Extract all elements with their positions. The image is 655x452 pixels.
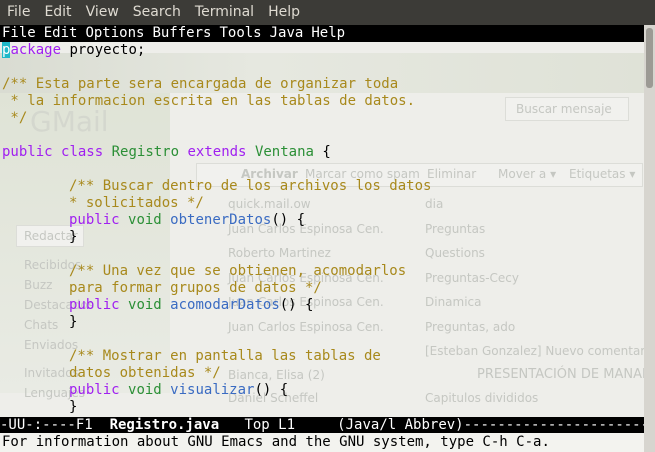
class-declaration-line: public class Registro extends Ventana {: [2, 144, 642, 161]
method-declaration-line: public void obtenerDatos() {: [2, 212, 642, 229]
emacs-echo-area: For information about GNU Emacs and the …: [0, 433, 644, 452]
method-parens: () {: [271, 212, 306, 228]
close-brace-line: }: [69, 229, 78, 245]
void-type: void: [128, 212, 162, 228]
open-brace: {: [313, 144, 331, 160]
modeline-status: -UU-:----F1: [0, 417, 110, 433]
terminal-menu-view[interactable]: View: [79, 0, 126, 25]
package-name: proyecto;: [61, 42, 146, 58]
method-name: acomodarDatos: [170, 297, 280, 313]
emacs-menu-help[interactable]: Help: [311, 25, 353, 42]
code-comment-line: datos obtenidas */: [69, 365, 221, 381]
close-brace-line: }: [69, 314, 78, 330]
emacs-menubar: File Edit Options Buffers Tools Java Hel…: [0, 25, 644, 42]
public-keyword: public: [69, 297, 120, 313]
method-declaration-line: public void acomodarDatos() {: [2, 297, 642, 314]
modeline-position: Top L1: [219, 417, 338, 433]
code-buffer[interactable]: package proyecto; /** Esta parte sera en…: [2, 42, 642, 416]
code-comment-line: /** Mostrar en pantalla las tablas de: [69, 348, 381, 364]
scrollbar-thumb[interactable]: [646, 28, 653, 88]
code-comment-line: * solicitados */: [69, 195, 204, 211]
method-declaration-line: public void visualizar() {: [2, 382, 642, 399]
modeline-fill: ----------------------------------: [463, 417, 644, 433]
public-keyword: public: [69, 382, 120, 398]
emacs-menu-file[interactable]: File: [0, 25, 44, 42]
code-comment-line: /** Buscar dentro de los archivos los da…: [69, 178, 432, 194]
terminal-content[interactable]: Buscar mensaje GMail Archivar Marcar com…: [0, 25, 644, 452]
emacs-menu-java[interactable]: Java: [270, 25, 312, 42]
package-keyword-rest: ackage: [10, 42, 62, 58]
code-comment-line: para formar grupos de datos */: [69, 280, 322, 296]
terminal-scrollbar[interactable]: [644, 25, 655, 452]
terminal-menu-edit[interactable]: Edit: [37, 0, 78, 25]
code-line: package proyecto;: [2, 42, 642, 59]
code-comment-line: */: [2, 110, 28, 126]
superclass-name: Ventana: [254, 144, 314, 160]
method-parens: () {: [254, 382, 289, 398]
terminal-menu-search[interactable]: Search: [126, 0, 188, 25]
public-keyword: public: [69, 212, 120, 228]
method-name: obtenerDatos: [170, 212, 272, 228]
code-comment-line: * la informacion escrita en las tablas d…: [2, 93, 416, 109]
method-name: visualizar: [170, 382, 255, 398]
emacs-menu-tools[interactable]: Tools: [219, 25, 269, 42]
class-keyword: class: [61, 144, 104, 160]
emacs-mode-line: -UU-:----F1 Registro.java Top L1 (Java/l…: [0, 417, 644, 433]
extends-keyword: extends: [187, 144, 247, 160]
method-parens: () {: [279, 297, 314, 313]
terminal-menu-file[interactable]: File: [0, 0, 37, 25]
code-comment-line: /** Esta parte sera encargada de organiz…: [2, 76, 399, 92]
public-keyword: public: [2, 144, 53, 160]
emacs-menu-edit[interactable]: Edit: [44, 25, 86, 42]
emacs-menu-buffers[interactable]: Buffers: [152, 25, 219, 42]
void-type: void: [128, 382, 162, 398]
terminal-menu-terminal[interactable]: Terminal: [188, 0, 261, 25]
modeline-buffer-name: Registro.java: [109, 417, 220, 433]
modeline-major-mode: (Java/l Abbrev): [337, 417, 464, 433]
class-name: Registro: [111, 144, 180, 160]
close-brace-line: }: [69, 399, 78, 415]
void-type: void: [128, 297, 162, 313]
terminal-menu-help[interactable]: Help: [261, 0, 307, 25]
code-comment-line: /** Una vez que se obtienen, acomodarlos: [69, 263, 407, 279]
terminal-menubar: File Edit View Search Terminal Help: [0, 0, 655, 25]
emacs-menu-options[interactable]: Options: [85, 25, 152, 42]
